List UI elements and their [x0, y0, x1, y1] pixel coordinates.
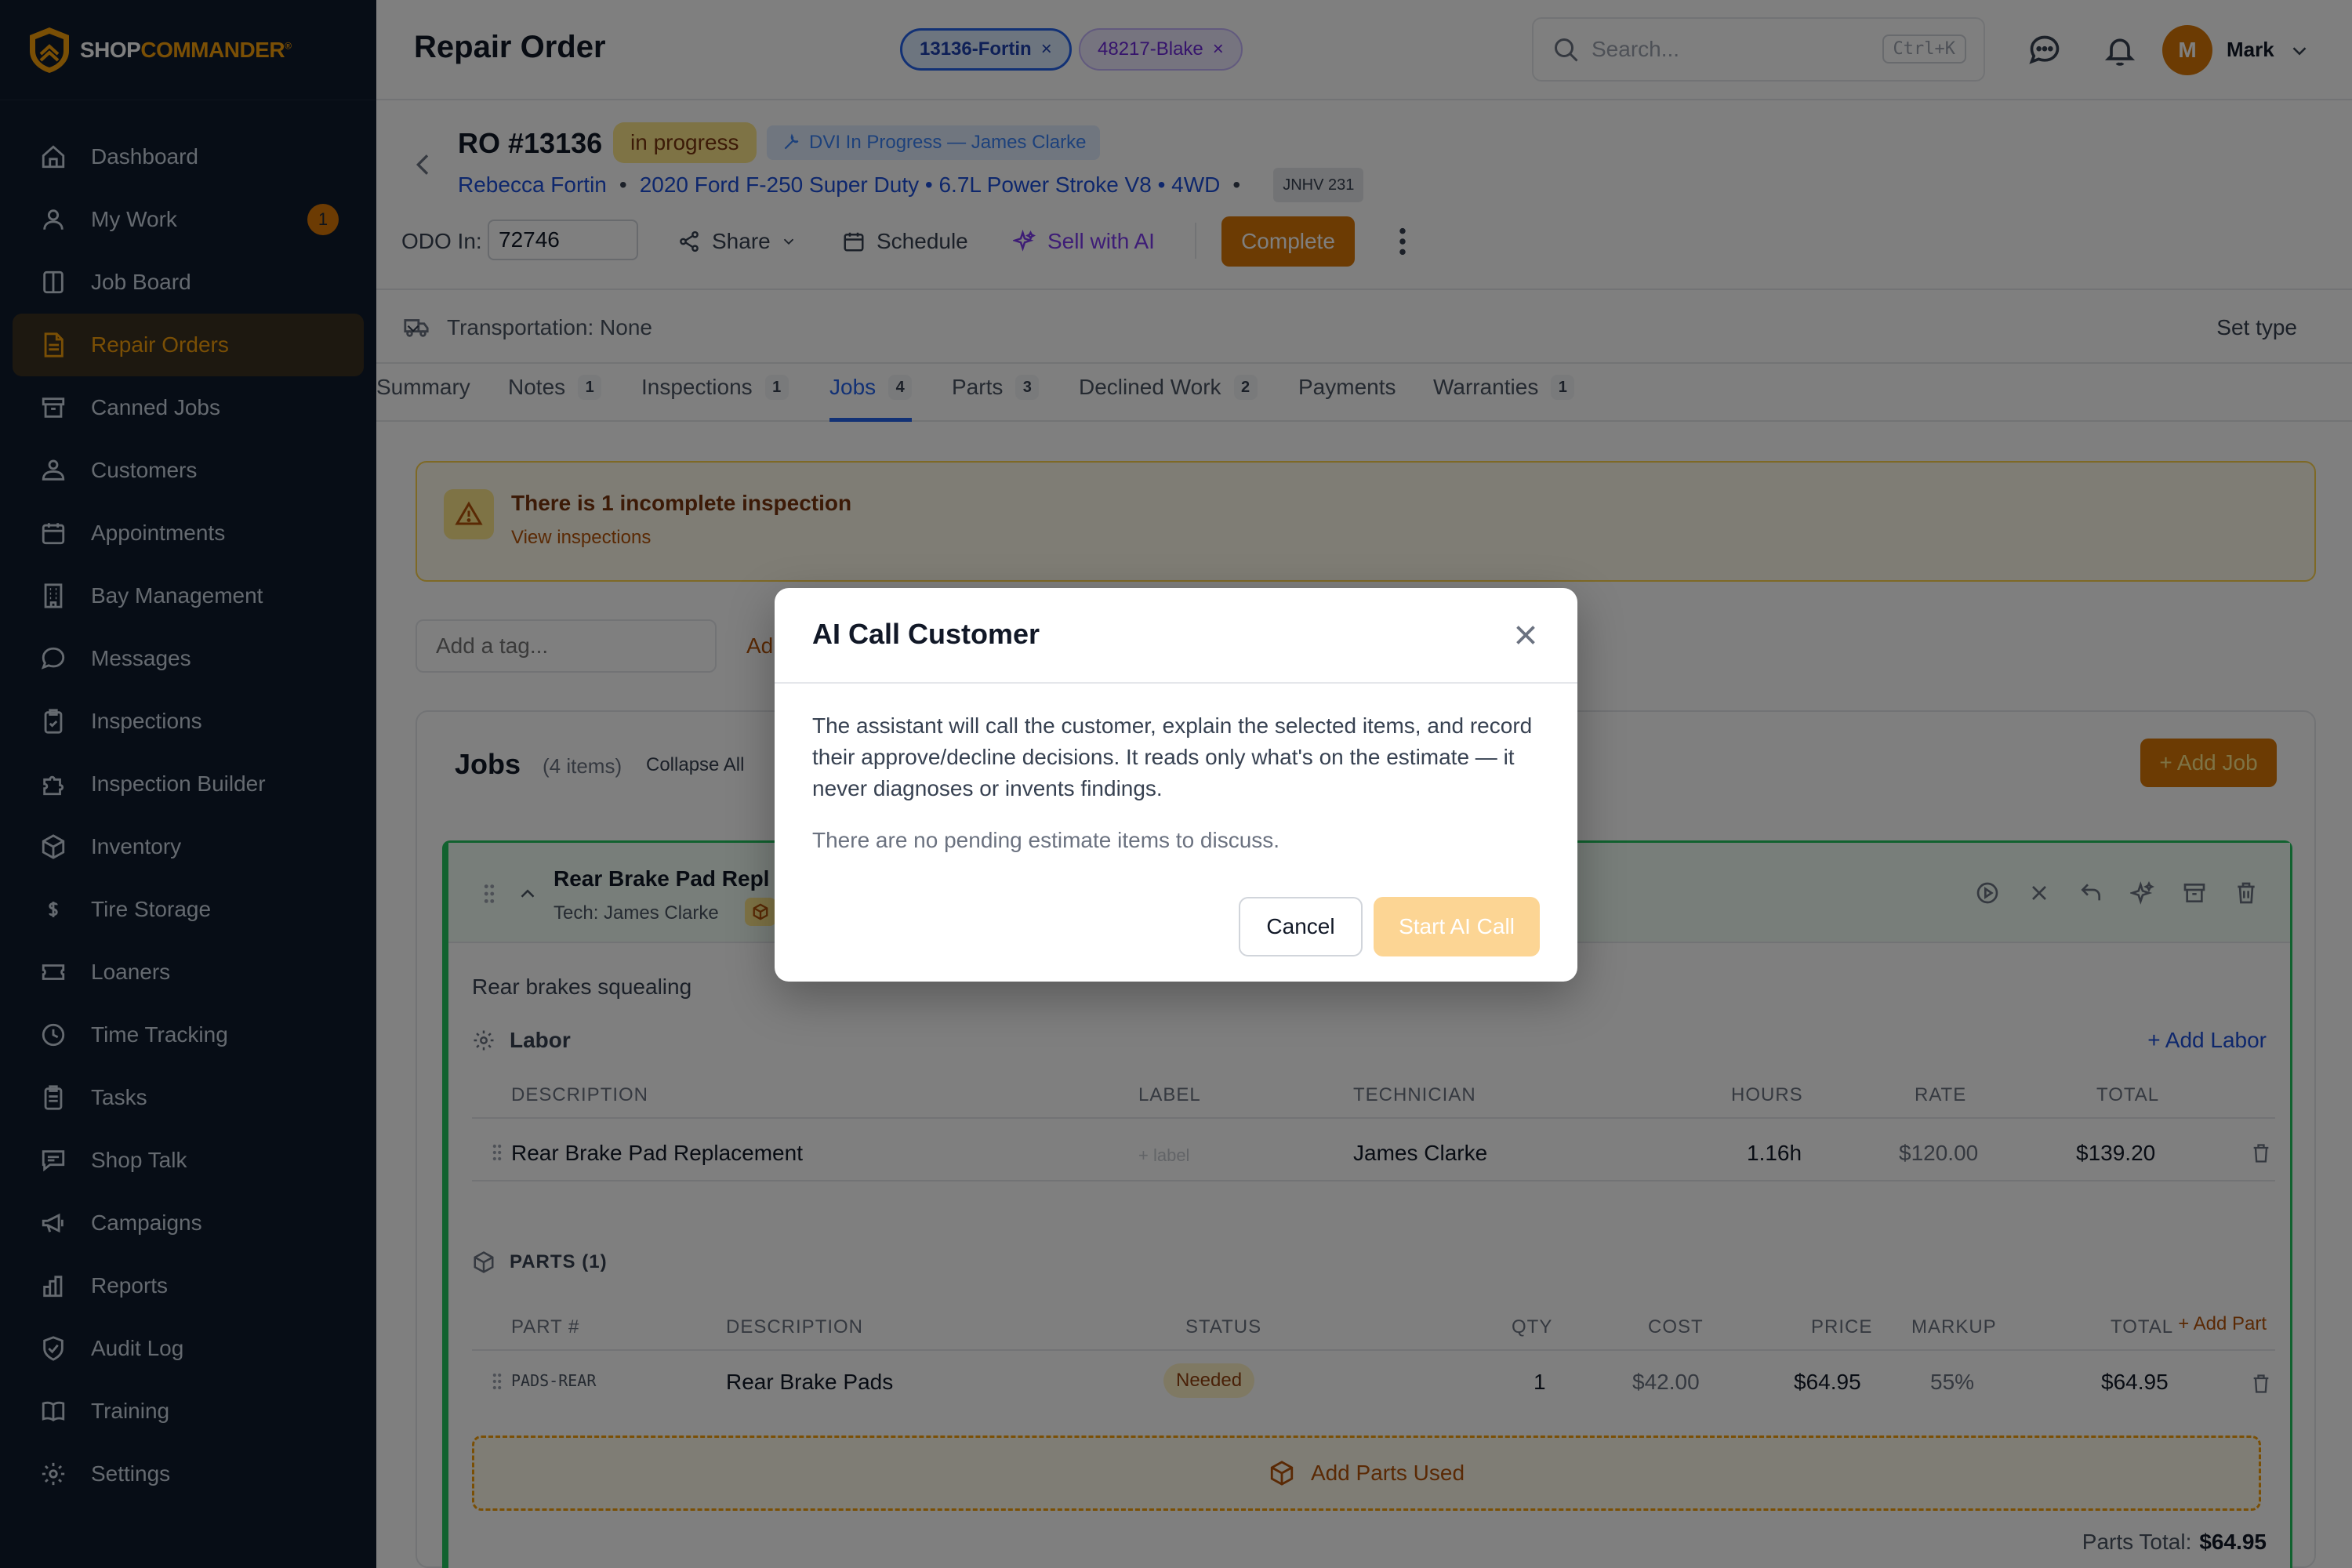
start-ai-call-button[interactable]: Start AI Call — [1374, 897, 1540, 956]
ai-call-modal: AI Call Customer The assistant will call… — [775, 588, 1577, 982]
modal-header: AI Call Customer — [775, 588, 1577, 684]
modal-description: The assistant will call the customer, ex… — [812, 713, 1533, 800]
cancel-button[interactable]: Cancel — [1239, 897, 1363, 956]
modal-empty-state: There are no pending estimate items to d… — [812, 828, 1280, 852]
modal-title: AI Call Customer — [812, 618, 1040, 650]
close-icon[interactable] — [1512, 621, 1540, 649]
